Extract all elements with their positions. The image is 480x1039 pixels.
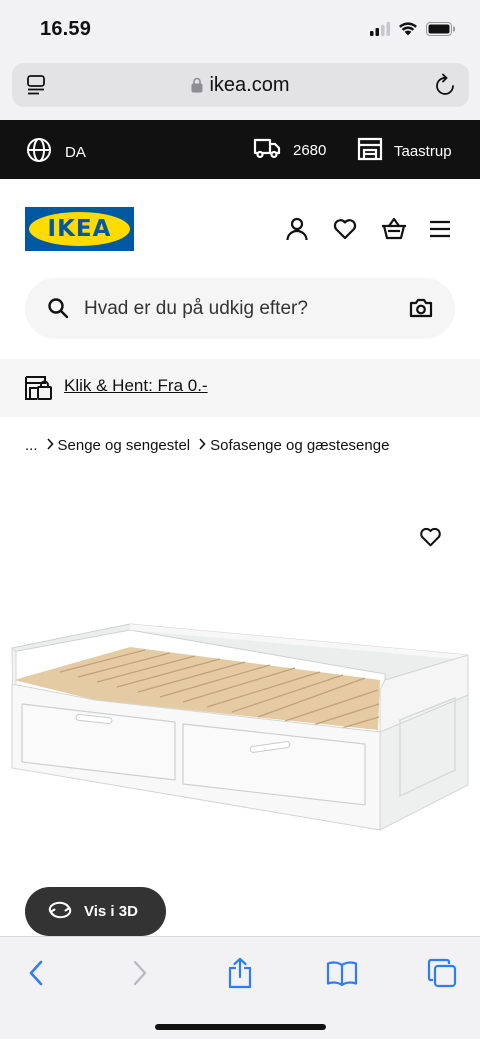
signal-icon — [370, 21, 390, 41]
browser-url-area: ikea.com — [0, 56, 480, 120]
click-collect-icon — [25, 375, 53, 406]
breadcrumb-ellipsis[interactable]: ... — [25, 437, 38, 454]
tabs-icon[interactable] — [424, 955, 460, 991]
forward-icon[interactable] — [122, 955, 158, 991]
postal-code-label: 2680 — [293, 141, 327, 159]
home-indicator — [155, 1024, 326, 1030]
lock-icon — [191, 77, 203, 93]
logo-text: IKEA — [47, 216, 112, 242]
postal-code-selector[interactable]: 2680 — [253, 137, 326, 163]
share-icon[interactable] — [222, 955, 258, 991]
product-image[interactable] — [0, 600, 480, 840]
store-icon — [357, 137, 383, 165]
view-in-3d-label: Vis i 3D — [84, 903, 138, 920]
breadcrumb-item[interactable]: Senge og sengestel — [58, 437, 191, 454]
browser-toolbar — [0, 936, 480, 1039]
breadcrumb-item[interactable]: Sofasenge og gæstesenge — [210, 437, 389, 454]
basket-icon[interactable] — [380, 216, 406, 242]
search-input[interactable]: Hvad er du på udkig efter? — [25, 278, 455, 339]
rotate-3d-icon — [47, 900, 73, 924]
site-header: IKEA — [0, 179, 480, 277]
chevron-right-icon — [46, 437, 54, 454]
battery-icon — [426, 21, 456, 41]
breadcrumb: ... Senge og sengestel Sofasenge og gæst… — [25, 437, 389, 454]
page: 16.59 ikea.com DA 2680 Taastrup IKEA Hva… — [0, 0, 480, 1039]
status-icons — [370, 21, 456, 41]
search-icon — [47, 297, 69, 324]
back-icon[interactable] — [18, 955, 54, 991]
truck-icon — [253, 137, 281, 163]
language-selector[interactable]: DA — [26, 137, 86, 167]
click-collect-banner: Klik & Hent: Fra 0.- — [0, 359, 480, 417]
status-time: 16.59 — [40, 18, 92, 40]
view-in-3d-button[interactable]: Vis i 3D — [25, 887, 166, 936]
reload-icon[interactable] — [435, 73, 457, 102]
store-selector[interactable]: Taastrup — [357, 137, 452, 165]
user-icon[interactable] — [284, 216, 310, 242]
logo-oval: IKEA — [29, 212, 130, 246]
heart-icon[interactable] — [332, 216, 358, 242]
globe-icon — [26, 137, 52, 167]
search-placeholder: Hvad er du på udkig efter? — [84, 298, 308, 319]
store-label: Taastrup — [394, 142, 452, 160]
header-actions — [284, 216, 454, 242]
chevron-right-icon — [198, 437, 206, 454]
ikea-logo[interactable]: IKEA — [25, 207, 134, 251]
status-bar: 16.59 — [0, 0, 480, 56]
top-strip: DA 2680 Taastrup — [0, 120, 480, 179]
url-display[interactable]: ikea.com — [12, 74, 469, 97]
click-collect-link[interactable]: Klik & Hent: Fra 0.- — [64, 376, 208, 396]
address-bar[interactable]: ikea.com — [12, 63, 469, 107]
wifi-icon — [398, 21, 418, 41]
camera-icon[interactable] — [409, 297, 433, 324]
favourite-heart-icon[interactable] — [418, 525, 443, 554]
language-label: DA — [65, 143, 86, 161]
bookmarks-icon[interactable] — [324, 955, 360, 991]
url-text: ikea.com — [209, 74, 290, 96]
menu-icon[interactable] — [428, 216, 454, 242]
